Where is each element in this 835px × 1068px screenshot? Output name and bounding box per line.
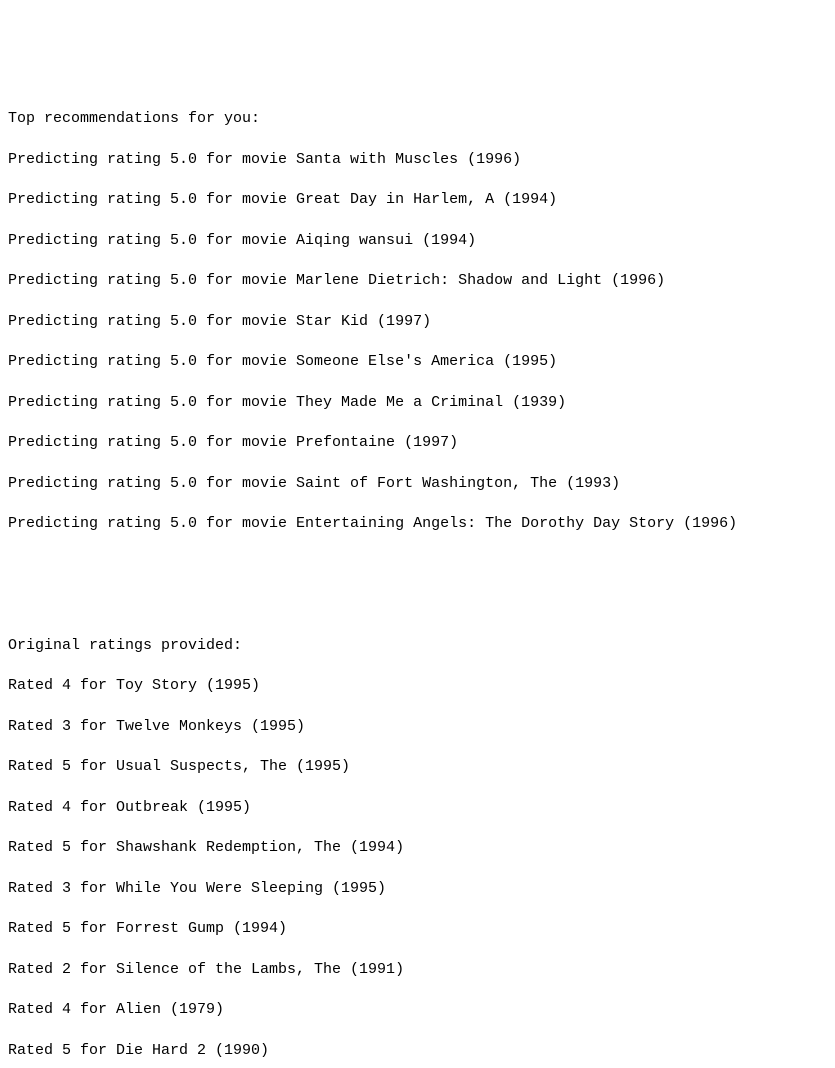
original-rating-line: Rated 4 for Alien (1979): [8, 1000, 827, 1020]
original-rating-line: Rated 4 for Outbreak (1995): [8, 798, 827, 818]
recommendation-line: Predicting rating 5.0 for movie They Mad…: [8, 393, 827, 413]
original-rating-line: Rated 3 for Twelve Monkeys (1995): [8, 717, 827, 737]
blank-line: [8, 555, 827, 575]
original-rating-line: Rated 5 for Die Hard 2 (1990): [8, 1041, 827, 1061]
recommendation-line: Predicting rating 5.0 for movie Aiqing w…: [8, 231, 827, 251]
recommendation-line: Predicting rating 5.0 for movie Entertai…: [8, 514, 827, 534]
blank-line: [8, 595, 827, 615]
recommendation-line: Predicting rating 5.0 for movie Star Kid…: [8, 312, 827, 332]
console-output: Top recommendations for you: Predicting …: [8, 89, 827, 1068]
recommendations-header: Top recommendations for you:: [8, 109, 827, 129]
original-rating-line: Rated 5 for Shawshank Redemption, The (1…: [8, 838, 827, 858]
recommendation-line: Predicting rating 5.0 for movie Someone …: [8, 352, 827, 372]
original-rating-line: Rated 5 for Usual Suspects, The (1995): [8, 757, 827, 777]
recommendation-line: Predicting rating 5.0 for movie Saint of…: [8, 474, 827, 494]
original-rating-line: Rated 3 for While You Were Sleeping (199…: [8, 879, 827, 899]
original-rating-line: Rated 4 for Toy Story (1995): [8, 676, 827, 696]
recommendation-line: Predicting rating 5.0 for movie Prefonta…: [8, 433, 827, 453]
original-rating-line: Rated 5 for Forrest Gump (1994): [8, 919, 827, 939]
recommendation-line: Predicting rating 5.0 for movie Marlene …: [8, 271, 827, 291]
original-header: Original ratings provided:: [8, 636, 827, 656]
recommendation-line: Predicting rating 5.0 for movie Santa wi…: [8, 150, 827, 170]
original-rating-line: Rated 2 for Silence of the Lambs, The (1…: [8, 960, 827, 980]
recommendation-line: Predicting rating 5.0 for movie Great Da…: [8, 190, 827, 210]
